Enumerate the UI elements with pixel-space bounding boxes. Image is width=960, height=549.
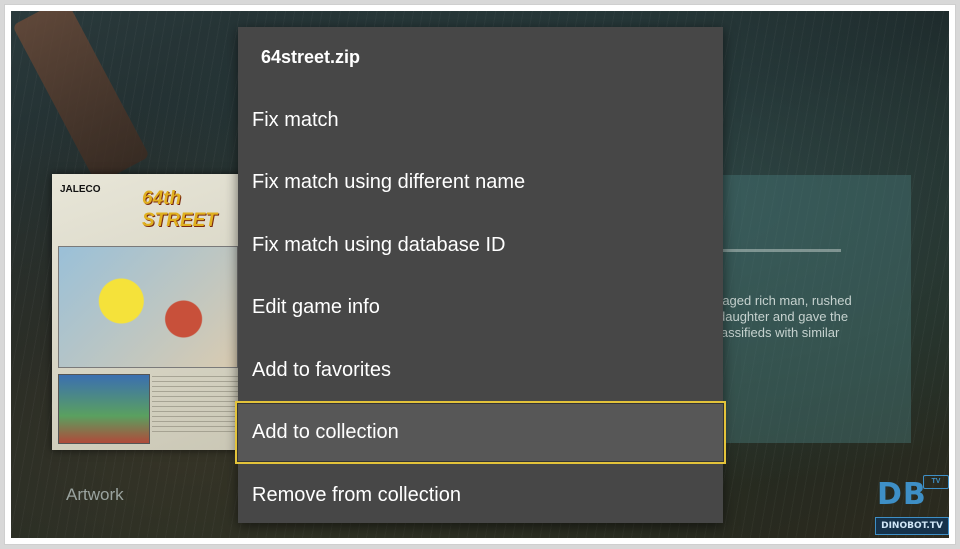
menu-title: 64street.zip — [261, 47, 361, 67]
menu-item-fix-match-different-name[interactable]: Fix match using different name — [238, 151, 723, 213]
description-line: lassifieds with similar — [718, 325, 840, 340]
cover-illustration — [58, 246, 238, 368]
description-line: daughter and gave the — [718, 309, 849, 324]
app-screen: JALECO 64th STREET Artwork -aged rich ma… — [11, 11, 949, 538]
logo-caption: DINOBOT.TV — [875, 517, 949, 535]
description-line: -aged rich man, rushed — [718, 293, 852, 308]
menu-item-add-to-favorites[interactable]: Add to favorites — [238, 339, 723, 401]
logo-letters: DB — [877, 477, 927, 512]
cover-screenshots — [58, 374, 150, 444]
menu-item-add-to-collection[interactable]: Add to collection — [235, 401, 726, 464]
menu-item-fix-match[interactable]: Fix match — [238, 89, 723, 151]
dinobot-tv-watermark-logo: DB TV DINOBOT.TV — [873, 475, 949, 538]
menu-item-remove-from-collection[interactable]: Remove from collection — [238, 464, 723, 526]
artwork-tab-label[interactable]: Artwork — [66, 485, 124, 505]
menu-item-edit-game-info[interactable]: Edit game info — [238, 276, 723, 338]
logo-tv-badge: TV — [923, 475, 949, 489]
cover-game-title: 64th STREET — [142, 188, 217, 231]
context-menu: 64street.zip Fix match Fix match using d… — [235, 27, 726, 526]
cover-publisher-logo: JALECO — [60, 184, 101, 195]
info-heading-bar — [721, 249, 841, 252]
menu-item-fix-match-database-id[interactable]: Fix match using database ID — [238, 214, 723, 276]
